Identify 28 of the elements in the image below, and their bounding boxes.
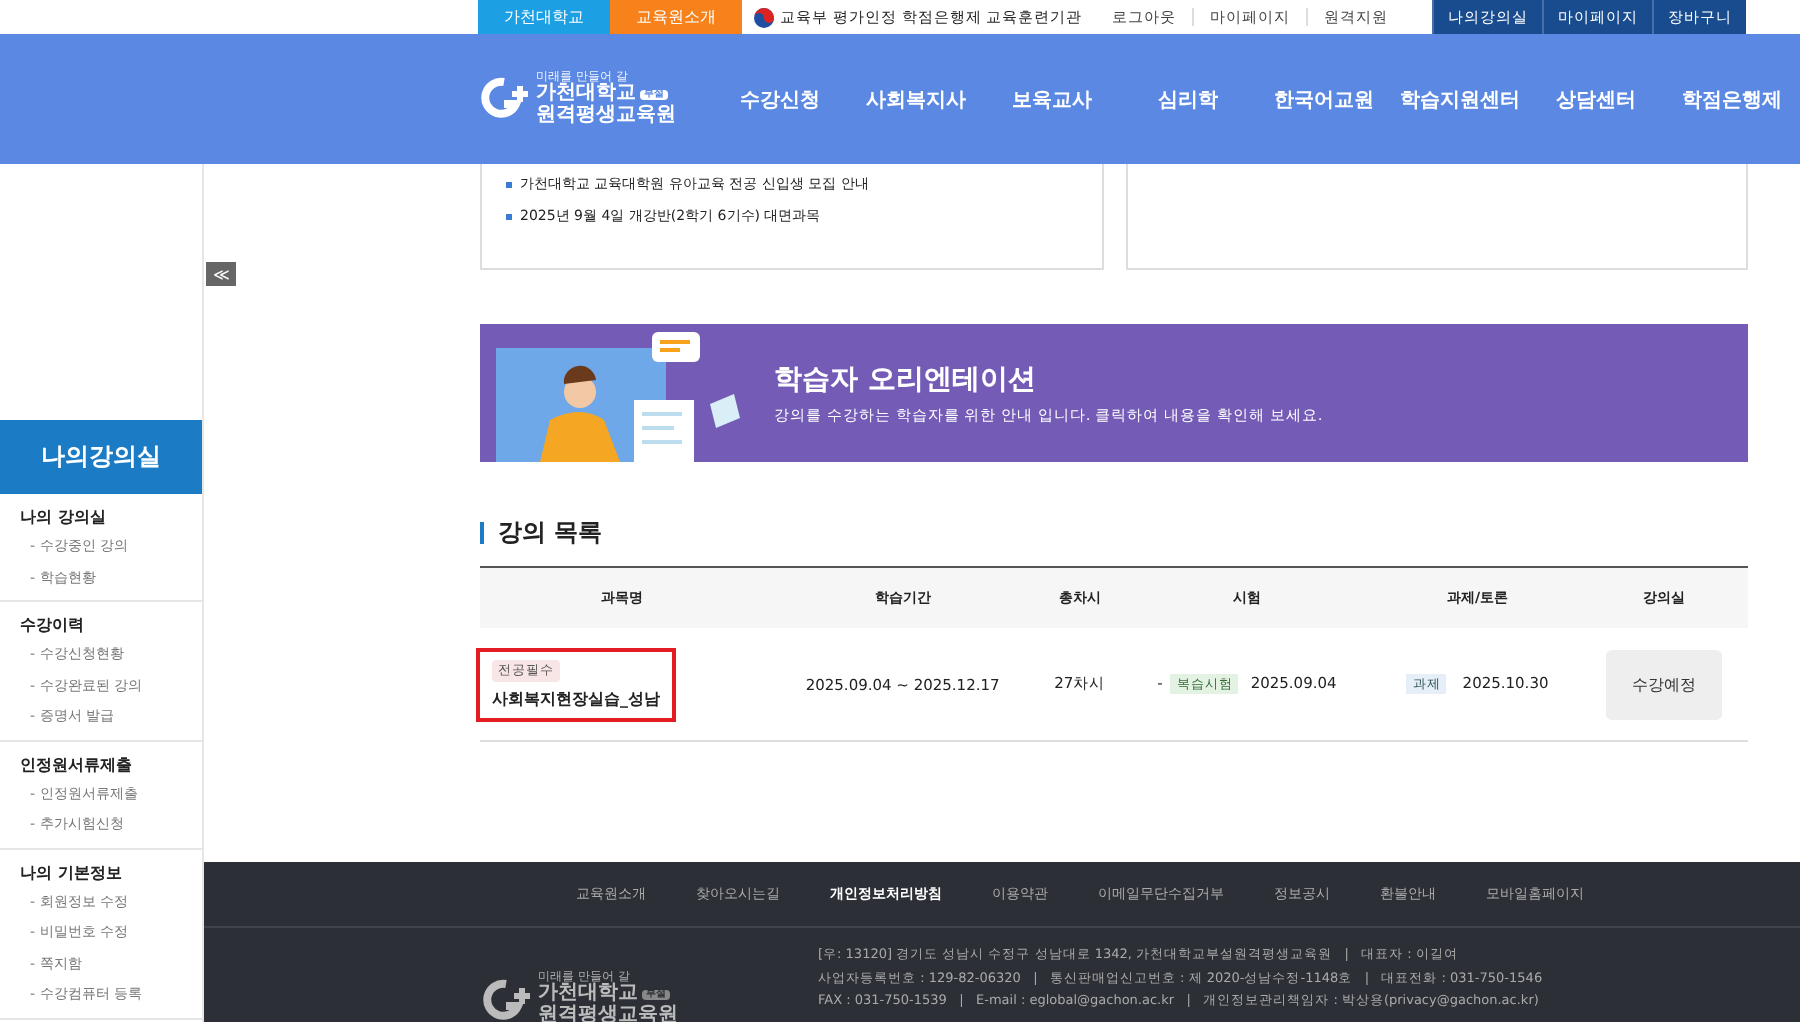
logo-name: 가천대학교 <box>538 984 638 1005</box>
logo-subname: 원격평생교육원 <box>536 105 676 127</box>
nav-item[interactable]: 학습지원센터 <box>1392 85 1528 113</box>
section-title: 강의 목록 <box>498 516 603 550</box>
enroll-status-button[interactable]: 수강예정 <box>1605 649 1722 719</box>
bullet-icon <box>506 181 512 187</box>
sidebar-heading: 수강이력 <box>20 614 86 636</box>
sidebar-heading: 나의 강의실 <box>20 506 108 528</box>
nav-item[interactable]: 학점은행제 <box>1664 85 1800 113</box>
nav-item[interactable]: 보육교사 <box>984 85 1120 113</box>
course-name: 사회복지현장실습_성남 <box>492 687 660 709</box>
logo-mark-icon <box>480 977 532 1022</box>
nav-item[interactable]: 수강신청 <box>712 85 848 113</box>
site-tab[interactable]: 교육원소개 <box>610 0 742 34</box>
site-tab[interactable]: 가천대학교 <box>478 0 610 34</box>
bullet-icon <box>506 213 512 219</box>
logo-name: 가천대학교 <box>536 84 636 105</box>
sidebar-title: 나의강의실 <box>0 420 202 494</box>
nav-item[interactable]: 상담센터 <box>1528 85 1664 113</box>
sidebar-heading: 인정원서류제출 <box>20 753 134 775</box>
emblem-icon <box>754 7 774 27</box>
nav-item[interactable]: 사회복지사 <box>848 85 984 113</box>
collapse-button[interactable]: ≪ <box>206 262 236 286</box>
logo-mark-icon <box>478 76 530 121</box>
sidebar-heading: 나의 기본정보 <box>20 861 124 883</box>
nav-item[interactable]: 한국어교원 <box>1256 85 1392 113</box>
nav-item[interactable]: 심리학 <box>1120 85 1256 113</box>
banner-title: 학습자 오리엔테이션 <box>774 361 1038 397</box>
